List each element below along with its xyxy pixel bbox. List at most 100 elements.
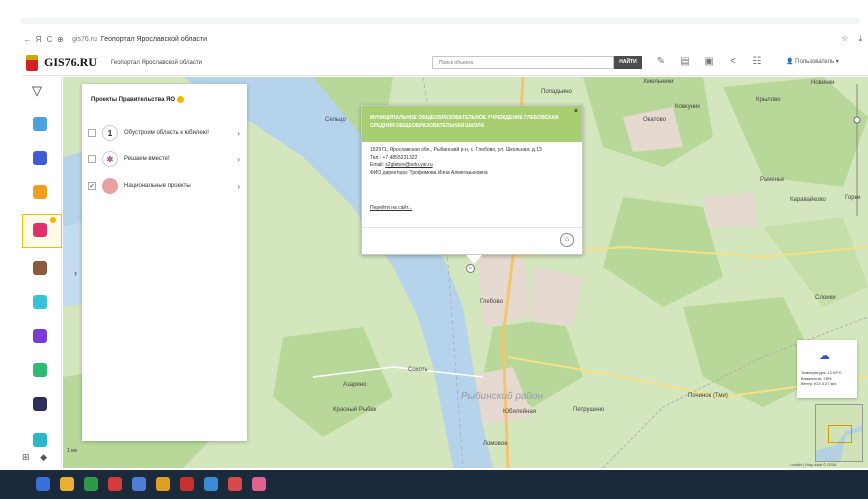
district-label: Рыбинский район xyxy=(461,391,544,402)
site-info-icon[interactable]: ⊕ xyxy=(55,35,66,44)
place-label: Починок (Тми) xyxy=(688,393,728,399)
bookmark-icon[interactable]: ☆ xyxy=(841,34,848,44)
place-label: Раменье xyxy=(760,177,785,183)
project-label: Национальные проекты xyxy=(124,183,191,189)
chat-icon[interactable] xyxy=(204,477,218,491)
place-label: Петрушино xyxy=(573,407,605,413)
popup-title: МУНИЦИПАЛЬНОЕ ОБЩЕОБРАЗОВАТЕЛЬНОЕ УЧРЕЖД… xyxy=(362,106,582,142)
layer-button-sport[interactable] xyxy=(33,433,47,447)
popup-body: 152971, Ярославская обл., Рыбинский р-н,… xyxy=(362,142,582,182)
forward-icon[interactable]: Я xyxy=(33,35,44,44)
place-label: Глебово xyxy=(480,299,503,305)
media-icon[interactable] xyxy=(180,477,194,491)
browser-address-bar: ← Я С ⊕ gis76.ru Геопортал Ярославской об… xyxy=(22,30,868,48)
info-icon[interactable] xyxy=(177,96,185,103)
logo-text[interactable]: GIS76.RU xyxy=(44,55,97,70)
search-input[interactable] xyxy=(432,56,614,69)
list-icon[interactable]: ▤ xyxy=(678,55,692,69)
chevron-right-icon[interactable]: › xyxy=(237,182,240,191)
place-label: Слоики xyxy=(815,295,836,301)
place-label: Ломовое xyxy=(483,441,508,447)
weather-text: Температура: 12.09°C Влажность: 78% Вете… xyxy=(801,370,842,387)
briefcase-icon[interactable]: ▣ xyxy=(702,55,716,69)
word-icon[interactable] xyxy=(132,477,146,491)
weather-widget: ☁ Температура: 12.09°C Влажность: 78% Ве… xyxy=(797,340,857,398)
folder-icon[interactable] xyxy=(156,477,170,491)
project-label: Решаем вместе! xyxy=(124,156,170,162)
project-item[interactable]: 1 Обустроим область к юбилею! › xyxy=(88,121,240,145)
user-label: Пользователь xyxy=(795,59,835,65)
project-item[interactable]: ✓ Национальные проекты › xyxy=(88,174,240,198)
minimap-viewport[interactable] xyxy=(828,425,852,443)
weather-temperature: Температура: 12.09°C xyxy=(801,370,842,375)
user-menu[interactable]: 👤 Пользователь ▾ xyxy=(786,58,839,65)
start-icon[interactable] xyxy=(36,477,50,491)
browser-icon[interactable] xyxy=(84,477,98,491)
layers-icon[interactable]: ☷ xyxy=(750,55,764,69)
layer-button-culture[interactable] xyxy=(33,329,47,343)
weather-icon: ☁ xyxy=(819,350,830,362)
pin-icon[interactable]: ◆ xyxy=(40,452,47,462)
browser-tab-strip xyxy=(0,0,868,30)
explorer-icon[interactable] xyxy=(60,477,74,491)
layer-button-fire[interactable] xyxy=(33,185,47,199)
map-attribution: Leaflet | Map data © OSM xyxy=(790,462,837,467)
app-icon[interactable] xyxy=(108,477,122,491)
close-icon[interactable]: × xyxy=(574,108,578,115)
project-checkbox[interactable] xyxy=(88,155,96,163)
place-label: Новинки xyxy=(811,80,835,86)
place-label: Красный Рыбак xyxy=(333,407,377,413)
project-checkbox-checked[interactable]: ✓ xyxy=(88,182,96,190)
place-label: Сохоть xyxy=(408,367,428,373)
back-icon[interactable]: ← xyxy=(22,35,33,44)
share-icon[interactable]: < xyxy=(726,55,740,69)
project-item[interactable]: ✲ Решаем вместе! › xyxy=(88,147,240,171)
projects-panel: Проекты Правительства ЯО 1 Обустроим обл… xyxy=(82,84,247,441)
scale-bar: 1 км xyxy=(67,448,77,454)
place-label: Азарино xyxy=(343,382,367,388)
popup-pointer xyxy=(466,255,482,264)
panel-collapse-icon[interactable]: › xyxy=(74,268,77,278)
school-icon: ⌂ xyxy=(560,233,574,247)
chevron-right-icon[interactable]: › xyxy=(237,155,240,164)
os-taskbar xyxy=(0,470,868,499)
url-title: Геопортал Ярославской области xyxy=(100,35,208,43)
place-label: Окатово xyxy=(643,117,667,123)
layer-button-projects[interactable] xyxy=(33,223,47,237)
map-marker-icon[interactable]: ⌂ xyxy=(466,264,475,273)
download-icon[interactable]: ⤓ xyxy=(858,34,862,44)
weather-wind: Ветер: ЮЗ 3.27 м/с xyxy=(801,381,837,386)
email-link[interactable]: s2glebov@edu.yar.ru xyxy=(385,162,432,168)
filter-icon[interactable]: ▽ xyxy=(32,83,42,99)
place-label: Юбилейная xyxy=(503,409,536,415)
search-button[interactable]: НАЙТИ xyxy=(614,56,642,69)
panel-title: Проекты Правительства ЯО xyxy=(91,96,185,104)
school-popup: МУНИЦИПАЛЬНОЕ ОБЩЕОБРАЗОВАТЕЛЬНОЕ УЧРЕЖД… xyxy=(361,105,583,264)
chevron-right-icon[interactable]: › xyxy=(237,129,240,138)
layer-button-shield[interactable] xyxy=(33,151,47,165)
panel-title-text: Проекты Правительства ЯО xyxy=(91,97,176,104)
tab-bar xyxy=(20,18,860,24)
layer-button-transport[interactable] xyxy=(33,295,47,309)
national-projects-icon xyxy=(102,178,118,194)
ruler-icon[interactable]: ✎ xyxy=(654,55,668,69)
layer-button-water[interactable] xyxy=(33,117,47,131)
layer-button-monument[interactable] xyxy=(33,397,47,411)
yandex-icon[interactable] xyxy=(228,477,242,491)
site-link[interactable]: Перейти на сайт... xyxy=(370,205,412,211)
place-label: Крылово xyxy=(756,97,781,103)
place-label: Каравайково xyxy=(790,197,826,203)
layer-button-ecology[interactable] xyxy=(33,363,47,377)
screen: ← Я С ⊕ gis76.ru Геопортал Ярославской об… xyxy=(0,0,868,499)
browser-actions: ☆ ⤓ xyxy=(841,34,868,44)
project-checkbox[interactable] xyxy=(88,129,96,137)
reload-icon[interactable]: С xyxy=(44,35,55,44)
photo-icon[interactable] xyxy=(252,477,266,491)
url-field[interactable]: gis76.ru Геопортал Ярославской области xyxy=(72,36,207,43)
app-header: GIS76.RU Геопортал Ярославской области Н… xyxy=(22,50,868,76)
zoom-slider[interactable] xyxy=(852,80,862,220)
grid-icon[interactable]: ⊞ xyxy=(22,452,30,462)
bottom-tools: ⊞ ◆ xyxy=(22,452,62,470)
overview-minimap[interactable] xyxy=(815,404,863,462)
layer-button-history[interactable] xyxy=(33,261,47,275)
